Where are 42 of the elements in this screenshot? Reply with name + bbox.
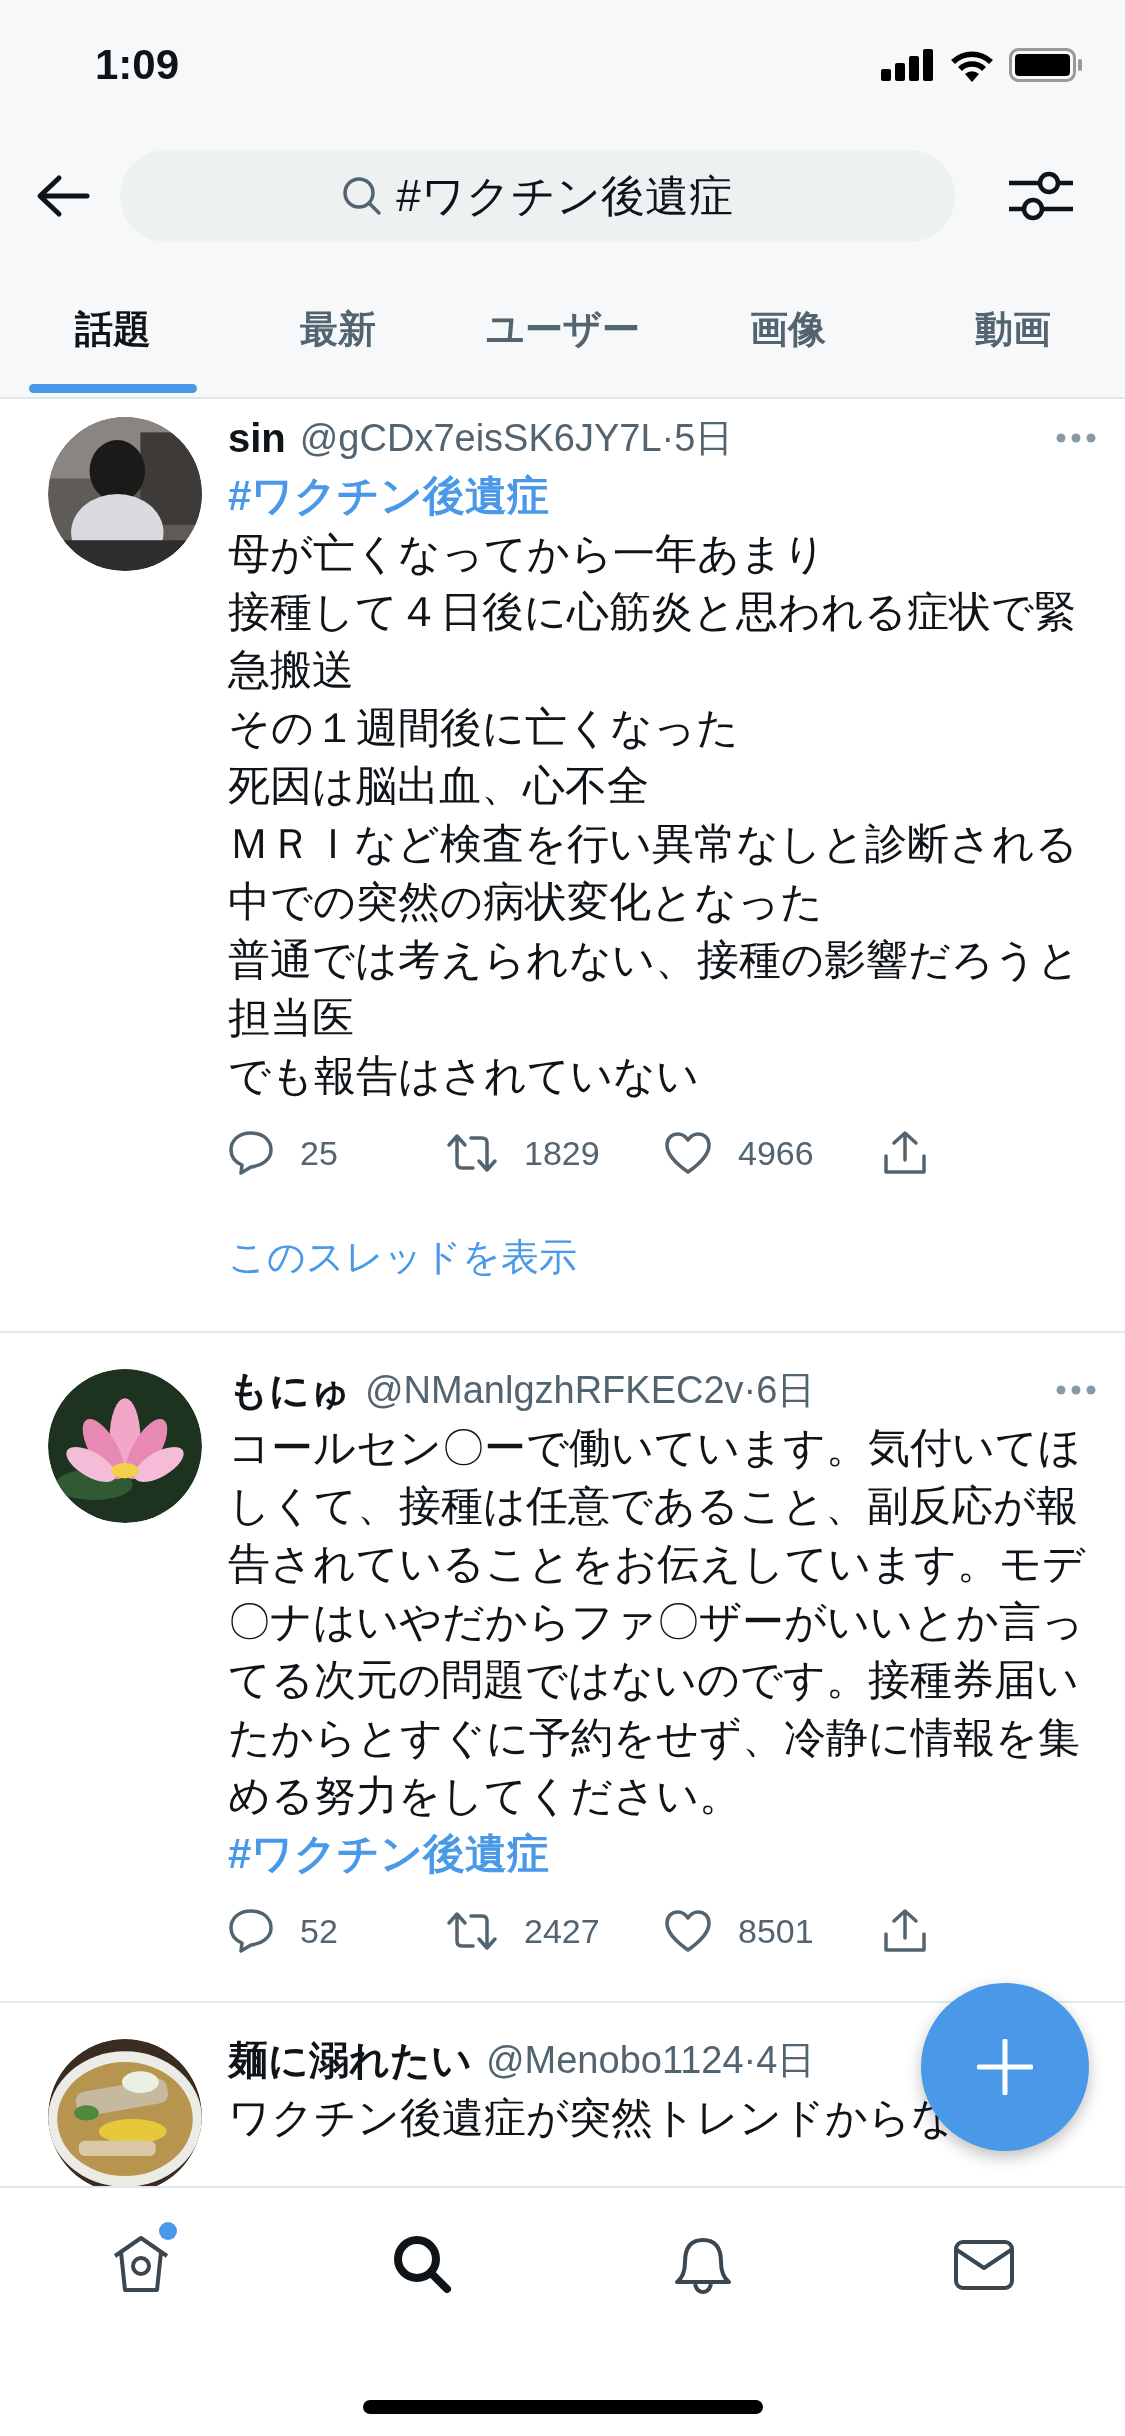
reply-button[interactable]: 52 xyxy=(228,1901,338,1961)
search-field[interactable]: #ワクチン後遺症 xyxy=(120,150,955,242)
retweet-button[interactable]: 2427 xyxy=(446,1901,600,1961)
share-icon xyxy=(882,1130,928,1176)
more-icon xyxy=(1056,1385,1096,1395)
like-button[interactable]: 4966 xyxy=(664,1123,814,1183)
tweet-text: その１週間後に亡くなった xyxy=(228,703,740,753)
plus-icon xyxy=(977,2039,1033,2095)
search-icon xyxy=(342,176,383,216)
tab[interactable]: 画像 xyxy=(675,262,900,397)
heart-icon xyxy=(664,1131,712,1175)
tweet-text: ＭＲＩなど検査を行い異常なしと診断される中での突然の病状変化となった xyxy=(228,819,1079,927)
user-handle: @gCDx7eisSK6JY7L·5日 xyxy=(299,415,734,461)
tweet-text: コールセン〇ーで働いています。気付いてほしくて、接種は任意であること、副反応が報告されていることをお伝えしています。モデ〇ナはいやだからファ〇ザーがいいとか言ってる次元の問題ではないのです。接種券届いたからとすぐに予約をせず、冷静に情報を集める努力をしてください。 xyxy=(228,1423,1087,1821)
tweet-text: 母が亡くなってから一年あまり xyxy=(228,529,827,579)
more-icon xyxy=(1056,433,1096,443)
retweet-icon xyxy=(446,1133,498,1173)
retweet-icon xyxy=(446,1911,498,1951)
share-icon xyxy=(882,1908,928,1954)
status-time: 1:09 xyxy=(95,41,180,89)
user-name: もにゅ xyxy=(228,1366,351,1414)
reply-icon xyxy=(228,1908,274,1954)
wifi-icon xyxy=(949,48,995,82)
tab[interactable]: 最新 xyxy=(225,262,450,397)
user-handle: @NManlgzhRFKEC2v·6日 xyxy=(365,1367,816,1413)
tweet-text: 普通では考えられない、接種の影響だろうと担当医 xyxy=(228,935,1081,1043)
retweet-button[interactable]: 1829 xyxy=(446,1123,600,1183)
tweet-text: 接種して４日後に心筋炎と思われる症状で緊急搬送 xyxy=(228,587,1077,695)
tab[interactable]: 動画 xyxy=(900,262,1125,397)
tweet-text: でも報告はされていない xyxy=(228,1051,700,1101)
tab[interactable]: 話題 xyxy=(0,262,225,397)
user-name: 麺に溺れたい xyxy=(228,2036,472,2084)
user-name: sin xyxy=(228,415,286,461)
battery-icon xyxy=(1009,48,1083,82)
heart-icon xyxy=(664,1909,712,1953)
tab[interactable]: ユーザー xyxy=(450,262,675,397)
user-handle: @Menobo1124·4日 xyxy=(486,2037,816,2083)
reply-icon xyxy=(228,1130,274,1176)
tweet-text: 死因は脳出血、心不全 xyxy=(228,761,650,811)
like-button[interactable]: 8501 xyxy=(664,1901,814,1961)
reply-button[interactable]: 25 xyxy=(228,1123,338,1183)
signal-icon xyxy=(881,49,935,81)
